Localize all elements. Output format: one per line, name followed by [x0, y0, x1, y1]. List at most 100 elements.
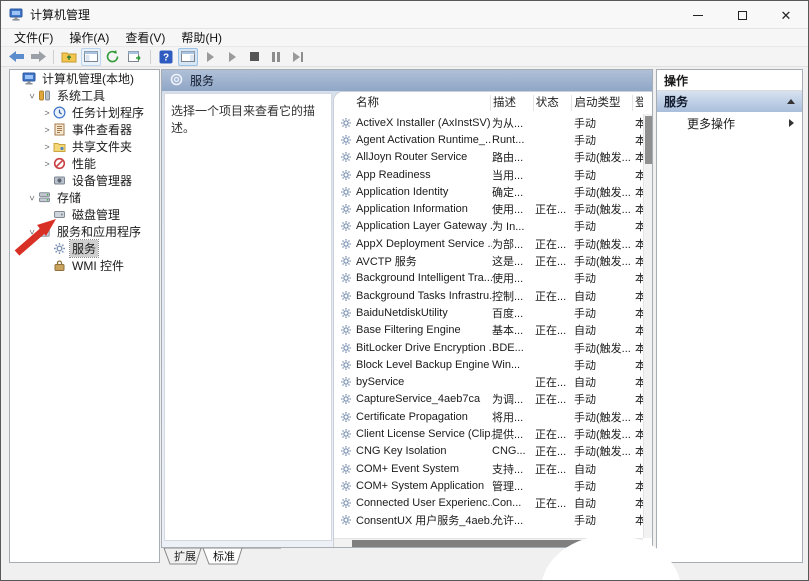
help-icon[interactable]: ? [156, 48, 176, 66]
column-header-startup-type[interactable]: 启动类型 [572, 95, 633, 111]
menu-help[interactable]: 帮助(H) [174, 28, 229, 47]
start-service-icon[interactable] [200, 48, 220, 66]
service-name: byService [356, 376, 492, 388]
actions-section-services[interactable]: 服务 [657, 91, 802, 112]
table-row[interactable]: Application Information使用...正在...手动(触发..… [334, 200, 643, 217]
table-row[interactable]: ConsentUX 用户服务_4aeb...允许...手动本 [334, 512, 643, 529]
tab-extended[interactable]: 扩展 [174, 549, 196, 563]
table-row[interactable]: ActiveX Installer (AxInstSV)为从...手动本 [334, 114, 643, 131]
table-row[interactable]: Background Intelligent Tra...使用...手动本 [334, 270, 643, 287]
tree-item-tools[interactable]: >系统工具 [10, 87, 159, 104]
table-row[interactable]: Connected User Experienc...Con...正在...自动… [334, 495, 643, 512]
menu-action[interactable]: 操作(A) [62, 28, 116, 47]
table-row[interactable]: COM+ Event System支持...正在...自动本 [334, 460, 643, 477]
table-row[interactable]: byService正在...自动本 [334, 373, 643, 390]
tree-item-device-manager[interactable]: 设备管理器 [10, 172, 159, 189]
table-row[interactable]: COM+ System Application管理...手动本 [334, 477, 643, 494]
service-gear-icon [334, 134, 356, 146]
back-icon[interactable] [6, 48, 26, 66]
tree-item-storage[interactable]: >存储 [10, 189, 159, 206]
table-row[interactable]: Block Level Backup Engine ...Win...手动本 [334, 356, 643, 373]
service-gear-icon [334, 463, 356, 475]
column-header-logon-as[interactable]: 登录为 [633, 95, 643, 111]
table-row[interactable]: BitLocker Drive Encryption ...BDE...手动(触… [334, 339, 643, 356]
service-logon-as: 本 [635, 461, 643, 477]
table-row[interactable]: Application Identity确定...手动(触发...本 [334, 183, 643, 200]
service-status: 正在... [535, 391, 574, 407]
service-name: BitLocker Drive Encryption ... [356, 342, 492, 354]
up-folder-icon[interactable] [59, 48, 79, 66]
service-name: Application Identity [356, 186, 492, 198]
pause-service-icon[interactable] [266, 48, 286, 66]
tree-item-task-scheduler[interactable]: >任务计划程序 [10, 104, 159, 121]
service-logon-as: 本 [635, 426, 643, 442]
table-row[interactable]: AVCTP 服务这是...正在...手动(触发...本 [334, 252, 643, 269]
collapse-icon[interactable] [787, 99, 795, 104]
table-row[interactable]: CaptureService_4aeb7ca为调...正在...手动本 [334, 391, 643, 408]
more-actions-item[interactable]: 更多操作 [657, 112, 802, 134]
show-action-pane-icon[interactable] [178, 48, 198, 66]
services-pane-title: 服务 [190, 72, 214, 89]
service-description: 支持... [492, 461, 535, 477]
vertical-scrollbar-thumb[interactable] [645, 116, 652, 164]
restart-service-icon[interactable] [288, 48, 308, 66]
table-row[interactable]: AllJoyn Router Service路由...手动(触发...本 [334, 149, 643, 166]
tree-item-performance[interactable]: >性能 [10, 155, 159, 172]
table-row[interactable]: AppX Deployment Service ...为部...正在...手动(… [334, 235, 643, 252]
tree-item-event-viewer[interactable]: >事件查看器 [10, 121, 159, 138]
minimize-button[interactable] [676, 1, 720, 29]
column-header-status[interactable]: 状态 [534, 95, 573, 111]
service-gear-icon [334, 480, 356, 492]
stop-service-icon[interactable] [244, 48, 264, 66]
refresh-icon[interactable] [103, 48, 123, 66]
table-row[interactable]: CNG Key IsolationCNG...正在...手动(触发...本 [334, 443, 643, 460]
column-header-name[interactable]: 名称 [334, 95, 491, 111]
export-list-icon[interactable] [125, 48, 145, 66]
table-row[interactable]: Background Tasks Infrastru...控制...正在...自… [334, 287, 643, 304]
service-name: Client License Service (Clip... [356, 428, 492, 440]
table-row[interactable]: Agent Activation Runtime_...Runt...手动本 [334, 131, 643, 148]
tab-standard[interactable]: 标准 [213, 549, 235, 563]
service-gear-icon [334, 220, 356, 232]
service-logon-as: 本 [635, 495, 643, 511]
menu-view[interactable]: 查看(V) [118, 28, 172, 47]
service-startup-type: 手动 [574, 115, 635, 131]
tree-chevron-icon[interactable]: > [42, 125, 52, 135]
maximize-button[interactable] [720, 1, 764, 29]
tree-item-computer[interactable]: 计算机管理(本地) [10, 70, 159, 87]
table-row[interactable]: Certificate Propagation将用...手动(触发...本 [334, 408, 643, 425]
service-logon-as: 本 [635, 391, 643, 407]
menu-file[interactable]: 文件(F) [7, 28, 60, 47]
service-startup-type: 自动 [574, 322, 635, 338]
table-row[interactable]: Base Filtering Engine基本...正在...自动本 [334, 322, 643, 339]
table-row[interactable]: Application Layer Gateway ...为 In...手动本 [334, 218, 643, 235]
table-row[interactable]: App Readiness当用... 手动本 [334, 166, 643, 183]
annotation-arrow [9, 217, 59, 262]
forward-icon[interactable] [28, 48, 48, 66]
service-startup-type: 手动(触发... [574, 184, 635, 200]
tree-chevron-icon[interactable]: > [42, 142, 52, 152]
column-header-description[interactable]: 描述 [491, 95, 534, 111]
show-console-tree-icon[interactable] [81, 48, 101, 66]
service-logon-as: 本 [635, 218, 643, 234]
service-gear-icon [334, 428, 356, 440]
service-description: 当用... [492, 167, 535, 183]
tree-item-shared-folders[interactable]: >共享文件夹 [10, 138, 159, 155]
service-logon-as: 本 [635, 167, 643, 183]
vertical-scrollbar[interactable] [643, 114, 653, 538]
service-status: 正在... [535, 253, 574, 269]
tree-chevron-icon[interactable]: > [42, 159, 52, 169]
resume-service-icon[interactable] [222, 48, 242, 66]
service-name: Connected User Experienc... [356, 497, 492, 509]
service-gear-icon [334, 342, 356, 354]
service-name: App Readiness [356, 169, 492, 181]
service-gear-icon [334, 186, 356, 198]
tree-chevron-icon[interactable]: > [42, 108, 52, 118]
close-button[interactable]: ✕ [764, 1, 808, 29]
service-startup-type: 手动 [574, 512, 635, 528]
service-startup-type: 手动 [574, 167, 635, 183]
tree-chevron-icon[interactable]: > [27, 193, 37, 203]
table-row[interactable]: Client License Service (Clip...提供...正在..… [334, 425, 643, 442]
tree-chevron-icon[interactable]: > [27, 91, 37, 101]
table-row[interactable]: BaiduNetdiskUtility百度...手动本 [334, 304, 643, 321]
